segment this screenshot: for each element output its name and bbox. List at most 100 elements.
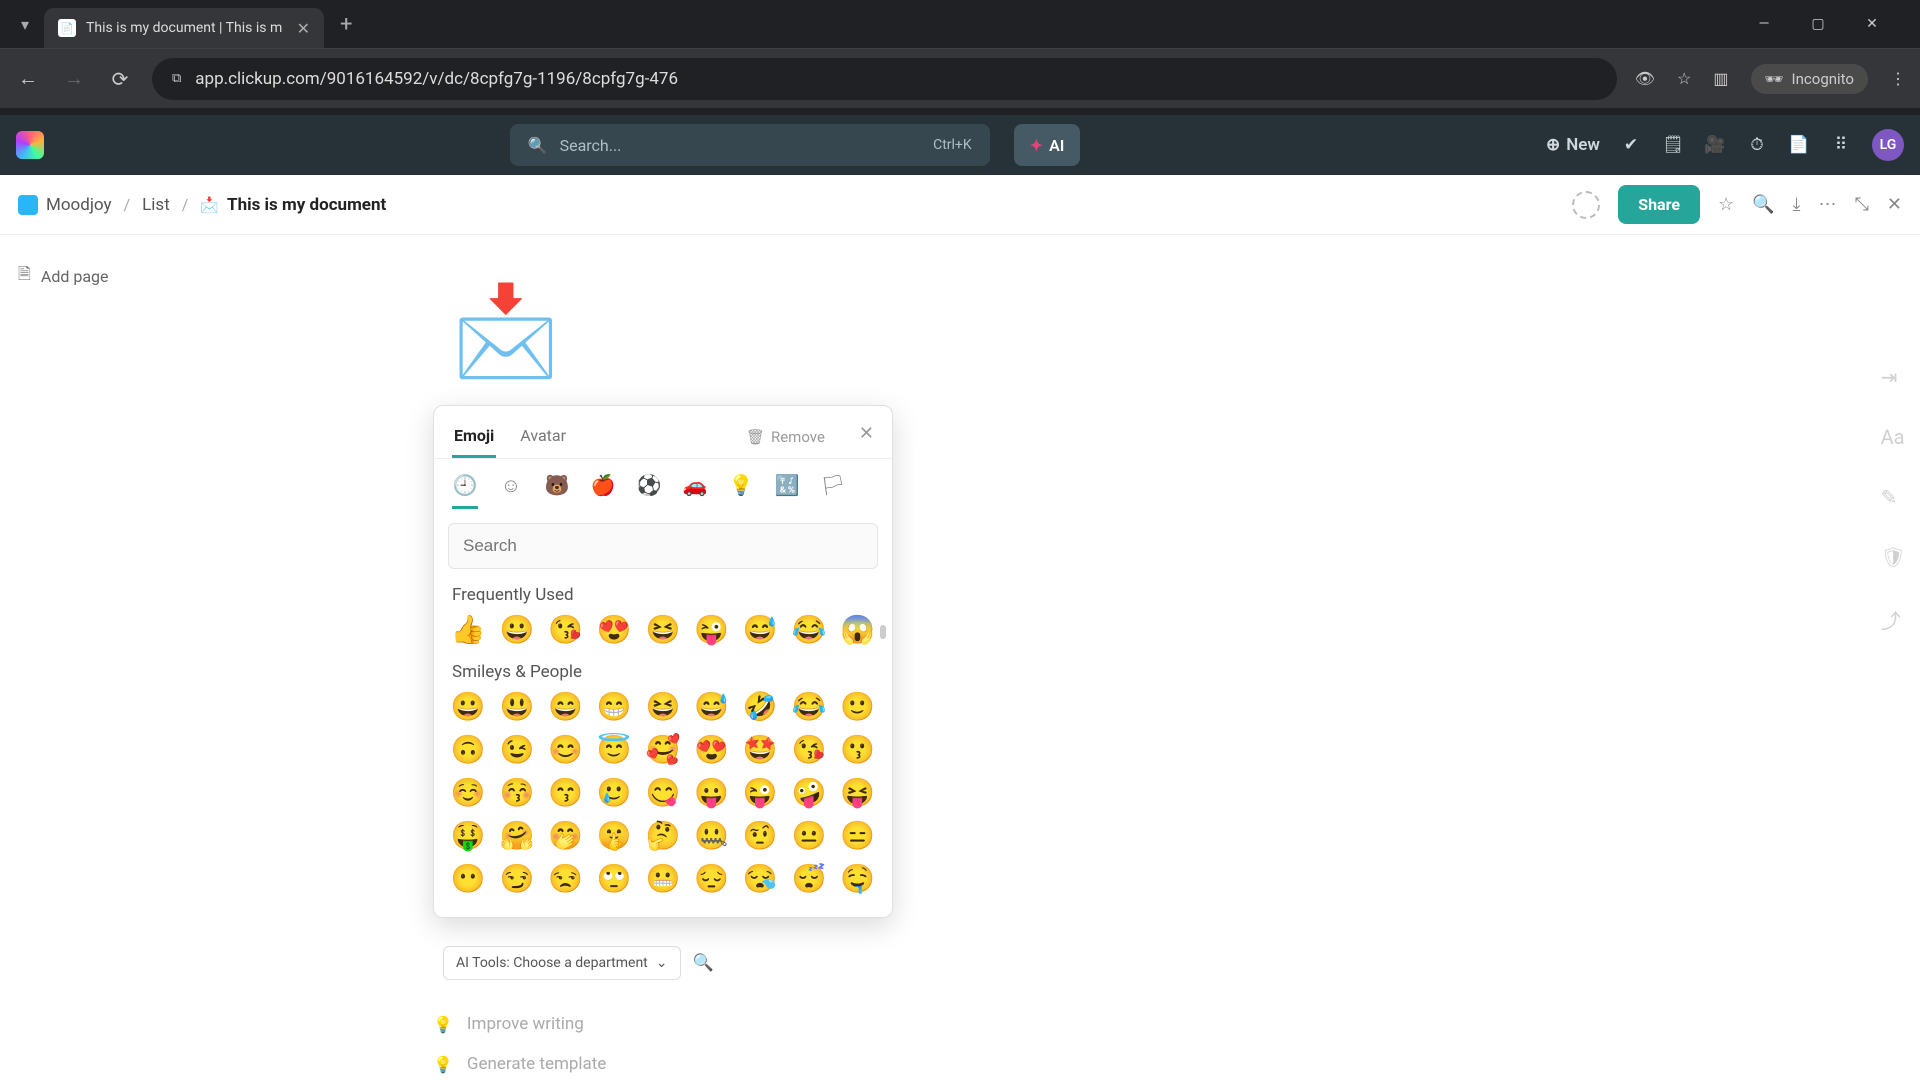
- user-avatar[interactable]: LG: [1872, 129, 1904, 161]
- cat-activity-icon[interactable]: ⚽: [636, 473, 662, 509]
- apps-grid-icon[interactable]: ⠿: [1830, 134, 1852, 156]
- emoji-search-input[interactable]: [448, 523, 878, 569]
- timer-icon[interactable]: ⏱: [1746, 134, 1768, 156]
- incognito-badge[interactable]: 🕶 Incognito: [1751, 64, 1869, 94]
- emoji-item[interactable]: 😀: [450, 690, 487, 723]
- emoji-item[interactable]: 🥰: [645, 733, 682, 766]
- cat-food-icon[interactable]: 🍎: [590, 473, 616, 509]
- emoji-item[interactable]: 😅: [742, 613, 779, 646]
- emoji-item[interactable]: 🤣: [742, 690, 779, 723]
- emoji-item[interactable]: 🥲: [596, 776, 633, 809]
- crumb-workspace[interactable]: Moodjoy: [18, 195, 112, 215]
- emoji-item[interactable]: 🤐: [693, 819, 730, 852]
- emoji-item[interactable]: 🤭: [547, 819, 584, 852]
- cat-animals-icon[interactable]: 🐻: [544, 473, 570, 509]
- emoji-item[interactable]: 🤨: [742, 819, 779, 852]
- emoji-item[interactable]: 😝: [839, 776, 876, 809]
- remove-icon-button[interactable]: 🗑 Remove: [746, 428, 825, 446]
- emoji-item[interactable]: 🙃: [450, 733, 487, 766]
- emoji-item[interactable]: 😒: [547, 862, 584, 895]
- nav-back-icon[interactable]: ←: [14, 66, 42, 91]
- emoji-item[interactable]: 😍: [596, 613, 633, 646]
- suggestion-improve-writing[interactable]: 💡 Improve writing: [433, 1014, 724, 1034]
- emoji-item[interactable]: 🤔: [645, 819, 682, 852]
- notepad-icon[interactable]: 🗒: [1662, 134, 1684, 156]
- emoji-item[interactable]: ☺️: [450, 776, 487, 809]
- emoji-item[interactable]: 🤑: [450, 819, 487, 852]
- bookmark-star-icon[interactable]: ☆: [1677, 69, 1691, 88]
- emoji-item[interactable]: 😜: [742, 776, 779, 809]
- cat-flags-icon[interactable]: 🏳: [820, 473, 846, 509]
- url-field[interactable]: ⧉ app.clickup.com/9016164592/v/dc/8cpfg7…: [152, 58, 1617, 100]
- nav-forward-icon[interactable]: →: [60, 66, 88, 91]
- doc-search-icon[interactable]: 🔍: [1752, 194, 1774, 215]
- new-button[interactable]: ⊕ New: [1546, 135, 1600, 155]
- magic-wand-icon[interactable]: ✎: [1881, 485, 1906, 509]
- emoji-item[interactable]: 😊: [547, 733, 584, 766]
- emoji-item[interactable]: 😆: [645, 613, 682, 646]
- nav-reload-icon[interactable]: ⟳: [106, 67, 134, 91]
- tab-avatar[interactable]: Avatar: [518, 416, 568, 458]
- emoji-item[interactable]: 😱: [839, 613, 876, 646]
- emoji-item[interactable]: 😙: [547, 776, 584, 809]
- typography-icon[interactable]: Aa: [1881, 425, 1906, 449]
- emoji-item[interactable]: 🤩: [742, 733, 779, 766]
- new-tab-button[interactable]: +: [340, 12, 352, 37]
- eye-off-icon[interactable]: 👁: [1635, 69, 1655, 88]
- tab-list-dropdown[interactable]: ▾: [10, 9, 40, 39]
- emoji-item[interactable]: 😴: [791, 862, 828, 895]
- site-info-icon[interactable]: ⧉: [172, 71, 181, 86]
- emoji-item[interactable]: 🤫: [596, 819, 633, 852]
- window-maximize-icon[interactable]: ▢: [1798, 16, 1838, 32]
- ai-tools-dropdown[interactable]: AI Tools: Choose a department ⌄: [443, 946, 681, 980]
- tab-close-icon[interactable]: ✕: [297, 19, 310, 38]
- cat-travel-icon[interactable]: 🚗: [682, 473, 708, 509]
- export-icon[interactable]: ⤴: [1881, 605, 1906, 634]
- emoji-item[interactable]: 😀: [499, 613, 536, 646]
- foot-search-icon[interactable]: 🔍: [693, 953, 714, 973]
- window-close-icon[interactable]: ✕: [1852, 16, 1892, 32]
- star-icon[interactable]: ☆: [1718, 194, 1734, 215]
- emoji-item[interactable]: 😃: [499, 690, 536, 723]
- emoji-item[interactable]: 😜: [693, 613, 730, 646]
- emoji-item[interactable]: 🤗: [499, 819, 536, 852]
- app-logo-icon[interactable]: [16, 131, 44, 159]
- download-icon[interactable]: ⤓: [1793, 194, 1801, 215]
- picker-close-icon[interactable]: ✕: [859, 423, 874, 452]
- emoji-item[interactable]: 🙄: [596, 862, 633, 895]
- check-circle-icon[interactable]: ✔: [1620, 134, 1642, 156]
- scrollbar-thumb[interactable]: [880, 625, 886, 639]
- emoji-item[interactable]: 😁: [596, 690, 633, 723]
- emoji-item[interactable]: 😇: [596, 733, 633, 766]
- browser-menu-icon[interactable]: ⋮: [1890, 69, 1906, 88]
- emoji-item[interactable]: 😂: [791, 613, 828, 646]
- panel-icon[interactable]: ▥: [1713, 69, 1728, 88]
- emoji-item[interactable]: 😚: [499, 776, 536, 809]
- emoji-item[interactable]: 😅: [693, 690, 730, 723]
- browser-tab[interactable]: 📄 This is my document | This is m ✕: [44, 8, 324, 48]
- emoji-item[interactable]: 😪: [742, 862, 779, 895]
- cat-smileys-icon[interactable]: ☺: [498, 473, 524, 509]
- emoji-item[interactable]: 😆: [645, 690, 682, 723]
- emoji-item[interactable]: 😄: [547, 690, 584, 723]
- global-search[interactable]: 🔍 Search... Ctrl+K: [510, 124, 990, 166]
- emoji-item[interactable]: 😉: [499, 733, 536, 766]
- indent-icon[interactable]: ⇥: [1881, 365, 1906, 389]
- emoji-item[interactable]: 😍: [693, 733, 730, 766]
- assignee-placeholder-icon[interactable]: [1572, 191, 1600, 219]
- emoji-item[interactable]: 🤪: [791, 776, 828, 809]
- crumb-document[interactable]: 📩 This is my document: [200, 195, 386, 215]
- emoji-item[interactable]: 😔: [693, 862, 730, 895]
- crumb-list[interactable]: List: [142, 195, 170, 215]
- doc-icon[interactable]: 📄: [1788, 134, 1810, 156]
- emoji-item[interactable]: 🤤: [839, 862, 876, 895]
- suggestion-generate-template[interactable]: 💡 Generate template: [433, 1054, 724, 1074]
- doc-cover-icon[interactable]: 📩: [450, 275, 562, 387]
- window-minimize-icon[interactable]: —: [1744, 16, 1784, 32]
- collapse-icon[interactable]: ⤡: [1855, 194, 1869, 215]
- add-page-button[interactable]: 🗎 Add page: [18, 263, 212, 290]
- more-menu-icon[interactable]: ⋯: [1819, 194, 1837, 215]
- emoji-item[interactable]: 😂: [791, 690, 828, 723]
- video-icon[interactable]: 🎥: [1704, 134, 1726, 156]
- tab-emoji[interactable]: Emoji: [452, 416, 496, 458]
